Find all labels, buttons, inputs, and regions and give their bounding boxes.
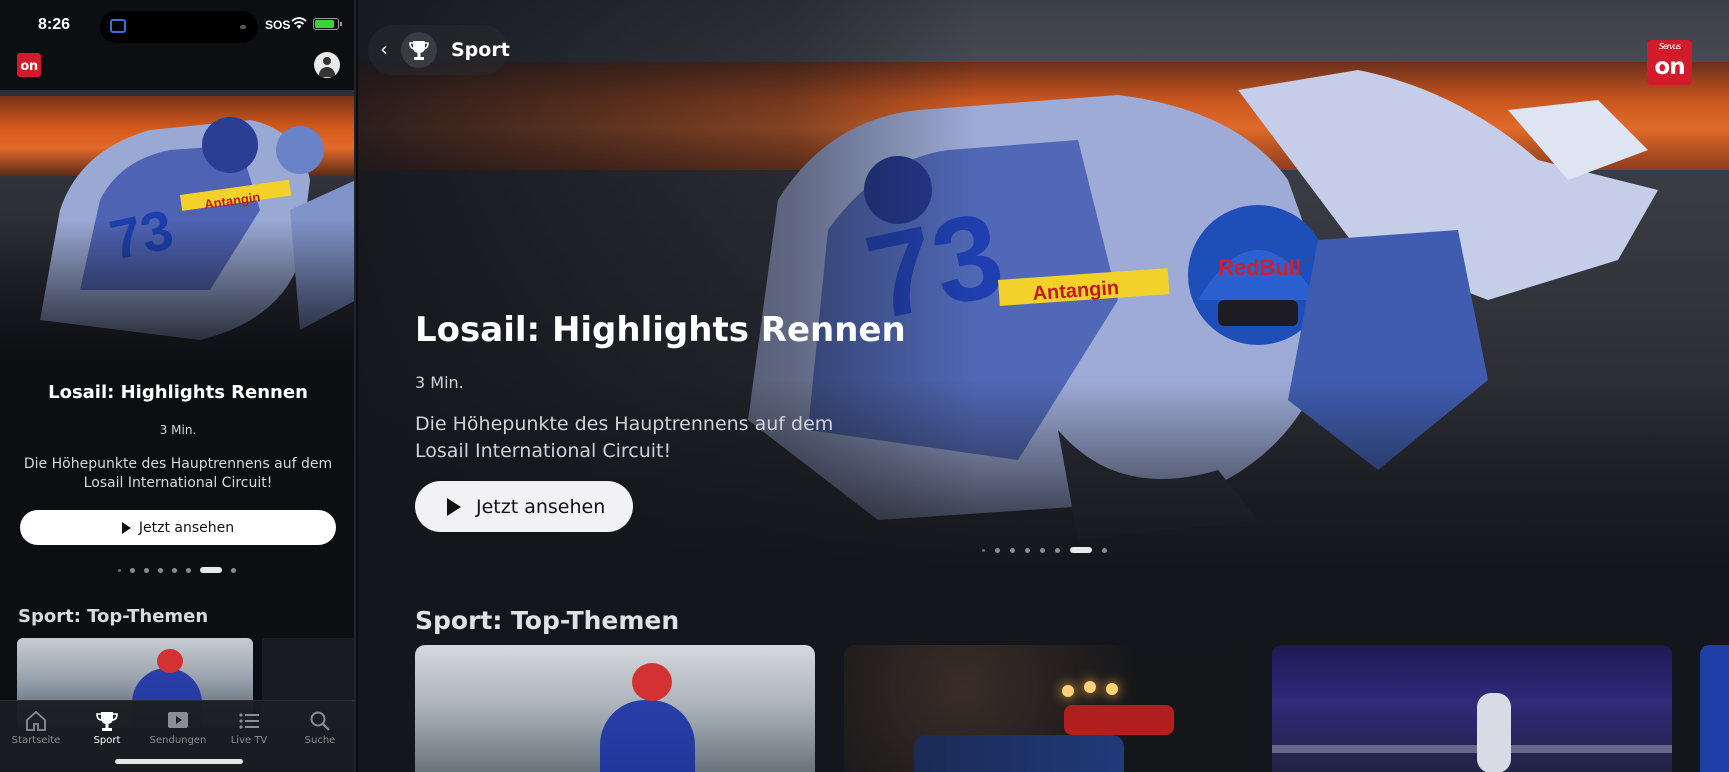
home-icon — [26, 710, 46, 731]
carousel-dot[interactable] — [1102, 547, 1107, 553]
carousel-dot-active[interactable] — [1070, 547, 1092, 553]
watch-now-label: Jetzt ansehen — [476, 495, 606, 518]
watch-now-button[interactable]: Jetzt ansehen — [415, 481, 633, 532]
section-title: Sport: Top-Themen — [415, 606, 680, 635]
hero-title: Losail: Highlights Rennen — [48, 382, 308, 403]
carousel-dot[interactable] — [186, 567, 191, 573]
carousel-dot[interactable] — [231, 567, 236, 573]
carousel-dot[interactable] — [158, 567, 163, 573]
play-icon — [168, 712, 188, 728]
carousel-dot[interactable] — [1055, 547, 1060, 553]
play-icon — [447, 497, 461, 516]
hero-description: Die Höhepunkte des Hauptrennens auf dem … — [23, 456, 333, 491]
carousel-dot[interactable] — [995, 547, 1000, 553]
carousel-dot[interactable] — [982, 548, 985, 552]
carousel-pagination[interactable] — [982, 546, 1107, 554]
svg-text:RedBull: RedBull — [1218, 255, 1301, 280]
tab-sport[interactable]: Sport — [71, 710, 143, 746]
profile-avatar-icon[interactable] — [314, 52, 340, 78]
tab-sendungen[interactable]: Sendungen — [142, 710, 214, 746]
status-bar: 8:26 SOS — [0, 0, 354, 52]
phone-screen: 73 Antangin 8:26 SOS on — [0, 0, 356, 772]
screen-mirroring-icon — [110, 19, 126, 33]
dynamic-island — [100, 11, 258, 43]
carousel-dot[interactable] — [1025, 547, 1030, 553]
carousel-dot[interactable] — [130, 567, 135, 573]
hero-description: Die Höhepunkte des Hauptrennens auf dem … — [415, 413, 834, 462]
carousel-dot[interactable] — [172, 567, 177, 573]
screen: 73 Antangin 8:26 SOS on — [0, 0, 1729, 772]
home-indicator[interactable] — [115, 759, 243, 764]
tab-live-tv[interactable]: Live TV — [213, 710, 285, 746]
content-card[interactable] — [844, 645, 1244, 772]
content-card[interactable] — [1700, 645, 1729, 772]
carousel-pagination[interactable] — [118, 566, 236, 574]
carousel-dot[interactable] — [144, 567, 149, 573]
carousel-dot[interactable] — [1010, 547, 1015, 553]
battery-icon — [313, 18, 342, 30]
tablet-screen: 73 Antangin RedBull ‹ — [358, 0, 1729, 772]
chevron-left-icon: ‹ — [380, 37, 388, 61]
status-time: 8:26 — [38, 16, 71, 33]
hero-title: Losail: Highlights Rennen — [415, 310, 906, 350]
tab-suche[interactable]: Suche — [284, 710, 354, 746]
play-icon — [121, 521, 131, 534]
back-label: Sport — [451, 39, 510, 61]
phone-hero-image[interactable]: 73 Antangin — [0, 90, 354, 390]
back-button[interactable]: ‹ Sport — [368, 25, 510, 75]
watch-now-button[interactable]: Jetzt ansehen — [20, 510, 336, 545]
hero-duration: 3 Min. — [415, 373, 464, 392]
carousel-dot[interactable] — [1040, 547, 1045, 553]
list-icon — [239, 713, 259, 729]
carousel-dot-active[interactable] — [200, 567, 222, 573]
search-icon — [310, 711, 330, 731]
carousel-dot[interactable] — [118, 568, 121, 572]
trophy-icon — [96, 712, 118, 731]
tab-startseite[interactable]: Startseite — [0, 710, 72, 746]
hero-duration: 3 Min. — [159, 423, 197, 437]
content-card[interactable] — [415, 645, 815, 772]
watch-now-label: Jetzt ansehen — [138, 519, 235, 536]
status-signal: SOS — [265, 18, 291, 32]
section-title: Sport: Top-Themen — [18, 606, 209, 627]
trophy-icon — [409, 41, 429, 60]
content-card[interactable] — [1272, 645, 1672, 772]
wifi-icon — [291, 17, 307, 29]
servus-on-logo[interactable]: Servus on — [1647, 40, 1692, 85]
servus-on-logo[interactable]: on — [17, 53, 41, 77]
